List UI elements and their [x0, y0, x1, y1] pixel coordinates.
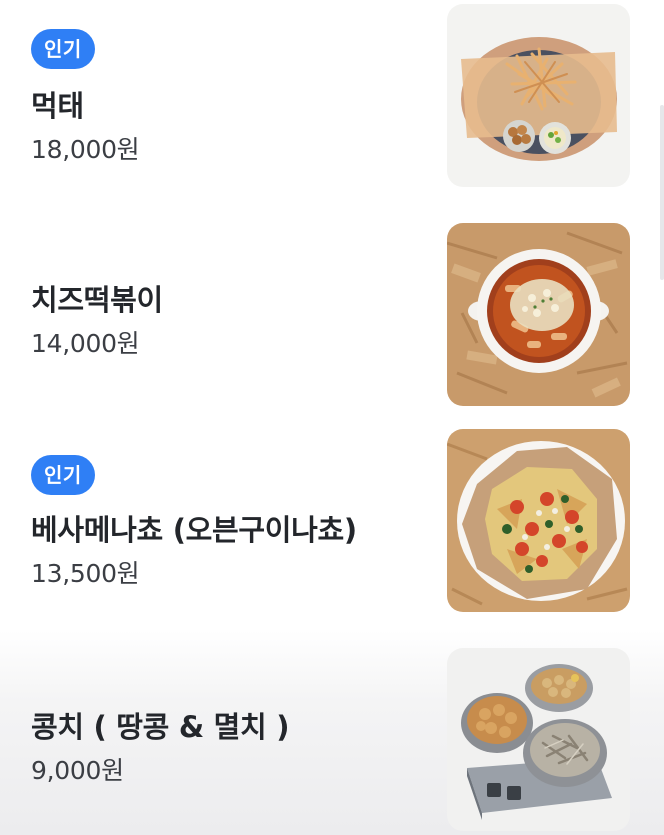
menu-item-name: 치즈떡볶이 [31, 283, 163, 317]
oven-baked-nachos-dish-image [447, 429, 630, 612]
menu-item-thumbnail[interactable] [447, 429, 630, 612]
popular-badge: 인기 [31, 29, 95, 69]
menu-item-price: 18,000원 [31, 135, 140, 164]
scrollbar[interactable] [660, 105, 664, 280]
menu-item-cheese-tteokbokki[interactable]: 치즈떡볶이 14,000원 [0, 205, 664, 415]
menu-item-price: 14,000원 [31, 329, 140, 358]
menu-item-thumbnail[interactable] [447, 223, 630, 406]
menu-item-muktae[interactable]: 인기 먹태 18,000원 [0, 0, 664, 205]
dried-pollack-dish-image [447, 4, 630, 187]
menu-list: 인기 먹태 18,000원 치즈떡볶이 14,000원 인기 베사메나쵸 (오븐… [0, 0, 664, 835]
menu-item-besame-nachos[interactable]: 인기 베사메나쵸 (오븐구이나쵸) 13,500원 [0, 415, 664, 630]
menu-item-name: 베사메나쵸 (오븐구이나쵸) [31, 513, 357, 547]
menu-item-thumbnail[interactable] [447, 648, 630, 831]
menu-item-name: 콩치 ( 땅콩 & 멸치 ) [31, 710, 290, 744]
menu-item-name: 먹태 [31, 89, 84, 123]
menu-item-thumbnail[interactable] [447, 4, 630, 187]
cheese-tteokbokki-dish-image [447, 223, 630, 406]
peanuts-and-anchovies-dish-image [447, 648, 630, 831]
menu-item-kongchi[interactable]: 콩치 ( 땅콩 & 멸치 ) 9,000원 [0, 630, 664, 835]
menu-item-price: 13,500원 [31, 559, 140, 588]
menu-item-price: 9,000원 [31, 756, 124, 785]
popular-badge: 인기 [31, 455, 95, 495]
